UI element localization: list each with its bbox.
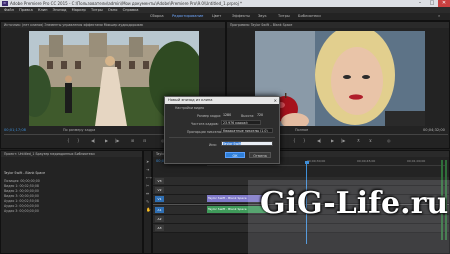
menu-window[interactable]: Окно bbox=[108, 8, 118, 12]
project-panel-tabs[interactable]: Проект: Untitled_1 Браузер медиаданных Б… bbox=[1, 151, 142, 157]
video-settings-heading: Настройки видео bbox=[175, 106, 205, 110]
step-back-icon[interactable]: ◀| bbox=[91, 138, 95, 143]
workspace-bar: Сборка Редактирование Цвет Эффекты Звук … bbox=[0, 13, 450, 21]
ruler-tick-label: 00;00;30;00 bbox=[307, 159, 326, 163]
close-window-button[interactable]: ✕ bbox=[438, 0, 450, 7]
workspace-tab-editing[interactable]: Редактирование bbox=[172, 13, 203, 20]
program-export-frame-icon[interactable]: ◎ bbox=[387, 138, 391, 143]
menu-edit[interactable]: Правка bbox=[19, 8, 33, 12]
slip-tool-icon[interactable]: ⇹ bbox=[146, 191, 149, 196]
extract-icon[interactable]: ⊻ bbox=[369, 138, 372, 143]
sequence-name: Taylor Swift - Blank Space bbox=[4, 171, 46, 175]
frame-rate-select[interactable]: 23,976 кадра/с bbox=[221, 120, 261, 125]
menu-marker[interactable]: Маркер bbox=[72, 8, 86, 12]
sequence-info: Taylor Swift - Blank Space Позиция: 00;0… bbox=[4, 171, 45, 214]
cancel-button[interactable]: Отмена bbox=[249, 152, 271, 158]
taylor-swift-apple-image bbox=[255, 31, 425, 126]
tools-panel: ➤ ⇥ ⟷ ✂ ⇹ ✎ ✋ bbox=[143, 150, 152, 254]
hand-tool-icon[interactable]: ✋ bbox=[146, 207, 151, 212]
ripple-edit-tool-icon[interactable]: ⟷ bbox=[146, 175, 152, 180]
dialog-close-icon[interactable]: ✕ bbox=[274, 97, 277, 104]
pen-tool-icon[interactable]: ✎ bbox=[146, 199, 149, 204]
source-fit-dropdown[interactable]: По размеру кадра bbox=[63, 128, 95, 132]
ruler-tick-label: 00;00;45;00 bbox=[357, 159, 376, 163]
ruler-tick-label: 00;01;00;00 bbox=[407, 159, 426, 163]
workspace-tab-assembly[interactable]: Сборка bbox=[150, 13, 164, 20]
pixel-aspect-select[interactable]: Квадратные пикселы (1,0) bbox=[221, 128, 273, 133]
step-forward-icon[interactable]: |▶ bbox=[115, 138, 119, 143]
premiere-app-icon: Pr bbox=[2, 1, 8, 6]
workspace-tab-libraries[interactable]: Библиотеки bbox=[298, 13, 321, 20]
sequence-name-selected-text: Taylor Swift bbox=[223, 142, 242, 146]
razor-tool-icon[interactable]: ✂ bbox=[146, 183, 149, 188]
menu-file[interactable]: Файл bbox=[4, 8, 14, 12]
pixel-aspect-label: Пропорции пикселов: bbox=[187, 130, 224, 134]
list-item: Аудио 3: 00;00;00;00 bbox=[4, 209, 39, 213]
frame-width-value[interactable]: 1280 bbox=[223, 113, 231, 118]
sequence-name-label: Имя: bbox=[209, 143, 217, 147]
watermark-logo: GiG-Life.ru bbox=[260, 186, 449, 221]
program-fit-dropdown[interactable]: Полное bbox=[295, 128, 308, 132]
track-label[interactable]: A2 bbox=[155, 216, 164, 222]
mark-out-icon[interactable]: } bbox=[77, 138, 80, 143]
menu-sequence[interactable]: Эпизод bbox=[53, 8, 67, 12]
frame-height-value[interactable]: 720 bbox=[257, 113, 263, 118]
ok-button[interactable]: ОК bbox=[225, 152, 245, 158]
workspace-tab-effects[interactable]: Эффекты bbox=[232, 13, 250, 20]
program-play-icon[interactable]: ▶ bbox=[331, 138, 334, 143]
track-label[interactable]: A3 bbox=[155, 225, 164, 231]
dialog-title: Новый эпизод из клипа bbox=[165, 97, 279, 104]
window-titlebar: Pr Adobe Premiere Pro CC 2015 - C:\Польз… bbox=[0, 0, 450, 7]
play-icon[interactable]: ▶ bbox=[105, 138, 108, 143]
menu-clip[interactable]: Клип bbox=[38, 8, 48, 12]
track-label[interactable]: V2 bbox=[155, 187, 164, 193]
track-label[interactable]: V3 bbox=[155, 178, 164, 184]
frame-rate-label: Частота кадров: bbox=[191, 122, 219, 126]
overwrite-icon[interactable]: ⊟ bbox=[143, 138, 146, 143]
source-timecode[interactable]: 00;01;17;08 bbox=[4, 128, 26, 132]
program-duration: 00;04;32;00 bbox=[423, 128, 445, 132]
mark-in-icon[interactable]: { bbox=[67, 138, 70, 143]
source-monitor-tabs[interactable]: Источник: (нет клипов) Элементы управлен… bbox=[1, 22, 225, 28]
menu-titles[interactable]: Титры bbox=[91, 8, 103, 12]
workspace-menu-icon[interactable]: » bbox=[438, 13, 440, 20]
dialog-divider bbox=[169, 137, 275, 138]
program-mark-out-icon[interactable]: } bbox=[303, 138, 306, 143]
lift-icon[interactable]: ⊼ bbox=[357, 138, 360, 143]
program-step-forward-icon[interactable]: |▶ bbox=[341, 138, 345, 143]
minimize-button[interactable]: – bbox=[414, 0, 426, 7]
sequence-name-input[interactable]: Taylor Swift bbox=[221, 141, 273, 146]
program-step-back-icon[interactable]: ◀| bbox=[317, 138, 321, 143]
project-panel: Проект: Untitled_1 Браузер медиаданных Б… bbox=[0, 150, 143, 254]
workspace-tab-color[interactable]: Цвет bbox=[212, 13, 221, 20]
program-mark-in-icon[interactable]: { bbox=[293, 138, 296, 143]
track-select-tool-icon[interactable]: ⇥ bbox=[146, 167, 149, 172]
frame-size-label: Размер кадра: bbox=[197, 114, 222, 118]
program-video-frame bbox=[255, 31, 425, 126]
maximize-button[interactable]: □ bbox=[426, 0, 438, 7]
menu-help[interactable]: Справка bbox=[123, 8, 139, 12]
workspace-tab-titles[interactable]: Титры bbox=[278, 13, 290, 20]
track-label[interactable]: A1 bbox=[155, 207, 164, 213]
window-title: Adobe Premiere Pro CC 2015 - C:\Пользова… bbox=[10, 1, 243, 6]
workspace-tab-audio[interactable]: Звук bbox=[258, 13, 267, 20]
frame-height-label: Высота: bbox=[241, 114, 255, 118]
track-label[interactable]: V1 bbox=[155, 196, 164, 202]
program-monitor-tab[interactable]: Программа: Taylor Swift – Blank Space bbox=[227, 22, 449, 28]
insert-icon[interactable]: ⊞ bbox=[131, 138, 134, 143]
new-sequence-dialog: Новый эпизод из клипа ✕ Настройки видео … bbox=[164, 96, 280, 164]
selection-tool-icon[interactable]: ➤ bbox=[146, 159, 149, 164]
